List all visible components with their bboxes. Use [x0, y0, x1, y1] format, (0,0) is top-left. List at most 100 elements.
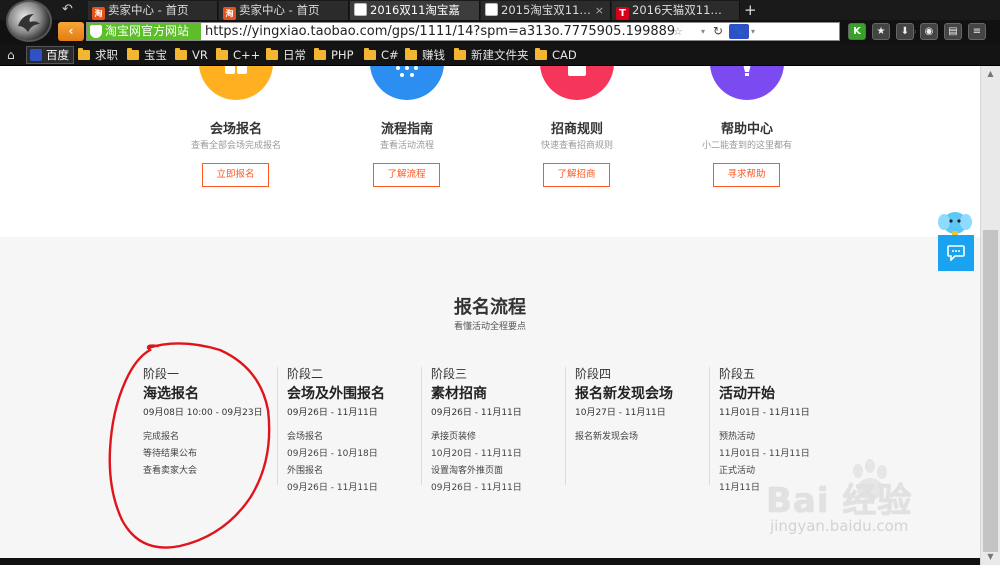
signup-now-button[interactable]: 立即报名	[202, 163, 269, 187]
page-bottom-edge	[0, 558, 980, 565]
stage-item: 09月26日 - 11月11日	[287, 483, 378, 493]
menu-icon[interactable]: ≡	[968, 23, 986, 40]
tab-label: 2016双11淘宝嘉	[370, 3, 460, 17]
site-badge-label: 淘宝网官方网站	[105, 24, 190, 38]
stage-item: 承接页装修	[431, 432, 477, 442]
folder-icon	[314, 48, 326, 60]
tab-seller-center-1[interactable]: 淘卖家中心 - 首页	[88, 1, 218, 20]
bookmark-folder[interactable]: C++	[216, 47, 260, 63]
tab-label: 卖家中心 - 首页	[239, 3, 320, 17]
back-button[interactable]: ‹	[58, 22, 84, 41]
bookmark-folder[interactable]: 宝宝	[127, 47, 167, 63]
stage-label: 阶段四	[575, 367, 612, 381]
taobao-favicon-icon: 淘	[223, 7, 236, 20]
download-icon[interactable]: ⬇	[896, 23, 914, 40]
home-icon[interactable]: ⌂	[7, 47, 15, 63]
scroll-up-icon[interactable]: ▲	[983, 68, 998, 80]
stage-label: 阶段五	[719, 367, 756, 381]
bookmark-baidu[interactable]: 百度	[26, 46, 74, 64]
undo-close-tab-icon[interactable]: ↶	[62, 2, 73, 18]
tab-2015-double11[interactable]: 2015淘宝双11… ×	[481, 1, 611, 20]
bookmark-folder[interactable]: CAD	[535, 47, 577, 63]
folder-icon	[175, 48, 187, 60]
learn-process-button[interactable]: 了解流程	[373, 163, 440, 187]
baidu-paw-watermark-icon	[853, 459, 887, 500]
bookmark-label: C++	[233, 48, 261, 62]
bookmark-folder[interactable]: 求职	[78, 47, 118, 63]
address-bar[interactable]: 淘宝网官方网站 https://yingxiao.taobao.com/gps/…	[86, 22, 917, 41]
chat-bubble-icon	[947, 245, 965, 261]
feature-desc: 查看活动流程	[379, 141, 434, 151]
venue-signup-icon	[199, 66, 273, 100]
bookmark-label: VR	[192, 48, 208, 62]
printer-icon[interactable]: ▤	[944, 23, 962, 40]
bookmark-label: 求职	[95, 48, 118, 62]
tab-2016-tmall-double11[interactable]: T 2016天猫双11…	[612, 1, 740, 20]
scroll-thumb[interactable]	[983, 230, 998, 552]
stage-item: 会场报名	[287, 432, 324, 442]
stage-item: 预热活动	[719, 432, 756, 442]
stage-item: 09月26日 - 10月18日	[287, 449, 378, 459]
bookmark-star-icon[interactable]: ☆	[673, 23, 683, 40]
stage-title: 活动开始	[719, 386, 775, 402]
feature-desc: 查看全部会场完成报名	[190, 141, 281, 151]
learn-merchant-button[interactable]: 了解招商	[543, 163, 610, 187]
chat-support-button[interactable]	[938, 235, 974, 271]
tab-bar: ↶ 淘卖家中心 - 首页 淘卖家中心 - 首页 2016双11淘宝嘉 2015淘…	[0, 0, 1000, 20]
stage-item: 查看卖家大会	[143, 466, 198, 476]
refresh-icon[interactable]: ↻	[713, 23, 723, 40]
bookmark-folder[interactable]: 日常	[266, 47, 306, 63]
stage-title: 素材招商	[431, 386, 487, 402]
bookmark-folder[interactable]: 新建文件夹	[454, 47, 529, 63]
bookmark-folder[interactable]: 赚钱	[405, 47, 445, 63]
tmall-favicon-icon: T	[616, 7, 629, 20]
extension-k-icon[interactable]: K	[848, 23, 866, 40]
web-page: 会场报名 查看全部会场完成报名 立即报名 流程指南 查看活动流程 了解流程 招商…	[0, 66, 980, 565]
stage-title: 报名新发现会场	[575, 386, 673, 402]
page-favicon-icon	[485, 3, 498, 16]
bookmark-folder[interactable]: C#	[364, 47, 399, 63]
stage-label: 阶段一	[143, 367, 180, 381]
watermark-main-text: Bai 经验	[766, 481, 913, 521]
section-subtitle: 看懂活动全程要点	[453, 322, 526, 332]
bookmark-folder[interactable]: PHP	[314, 47, 354, 63]
bookmark-label: 宝宝	[144, 48, 167, 62]
stage-label: 阶段二	[287, 367, 324, 381]
favorites-star-icon[interactable]: ★	[872, 23, 890, 40]
stage-divider	[421, 367, 422, 485]
url-dropdown-icon[interactable]: ▾	[701, 23, 705, 40]
gamepad-icon[interactable]: ◉	[920, 23, 938, 40]
feature-desc: 小二能查到的这里都有	[701, 141, 792, 151]
seek-help-button[interactable]: 寻求帮助	[713, 163, 780, 187]
url-text[interactable]: https://yingxiao.taobao.com/gps/1111/14?…	[205, 23, 675, 40]
signup-process-section: 报名流程 看懂活动全程要点 阶段一 海选报名 09月08日 10:00 - 09…	[0, 237, 980, 565]
stage-label: 阶段三	[431, 367, 468, 381]
search-engine-icon[interactable]: 🐾	[729, 24, 749, 39]
folder-icon	[454, 48, 466, 60]
stage-divider	[277, 367, 278, 485]
stage-title: 会场及外围报名	[287, 386, 385, 402]
close-tab-icon[interactable]: ×	[595, 1, 604, 20]
tab-2016-double11-taobao[interactable]: 2016双11淘宝嘉	[350, 1, 480, 20]
tab-seller-center-2[interactable]: 淘卖家中心 - 首页	[219, 1, 349, 20]
feature-title: 招商规则	[550, 122, 603, 137]
bookmark-label: 百度	[46, 48, 69, 62]
folder-icon	[535, 48, 547, 60]
stage-item: 设置淘客外推页面	[431, 466, 504, 476]
bookmark-folder[interactable]: VR	[175, 47, 208, 63]
stage-item: 外围报名	[287, 466, 324, 476]
scroll-down-icon[interactable]: ▼	[983, 551, 998, 563]
feature-title: 流程指南	[380, 122, 433, 137]
stage-date: 09月08日 10:00 - 09月23日	[143, 408, 263, 418]
vertical-scrollbar[interactable]: ▲ ▼	[980, 66, 1000, 565]
tab-label: 2016天猫双11…	[632, 3, 722, 17]
stage-item: 09月26日 - 11月11日	[431, 483, 522, 493]
new-tab-button[interactable]: +	[744, 1, 757, 19]
browser-logo-icon[interactable]	[6, 0, 52, 42]
stage-divider	[709, 367, 710, 485]
bookmark-label: C#	[381, 48, 399, 62]
folder-icon	[364, 48, 376, 60]
search-engine-dropdown-icon[interactable]: ▾	[751, 23, 755, 40]
stage-divider	[565, 367, 566, 485]
address-toolbar: ‹ 淘宝网官方网站 https://yingxiao.taobao.com/gp…	[0, 20, 1000, 44]
